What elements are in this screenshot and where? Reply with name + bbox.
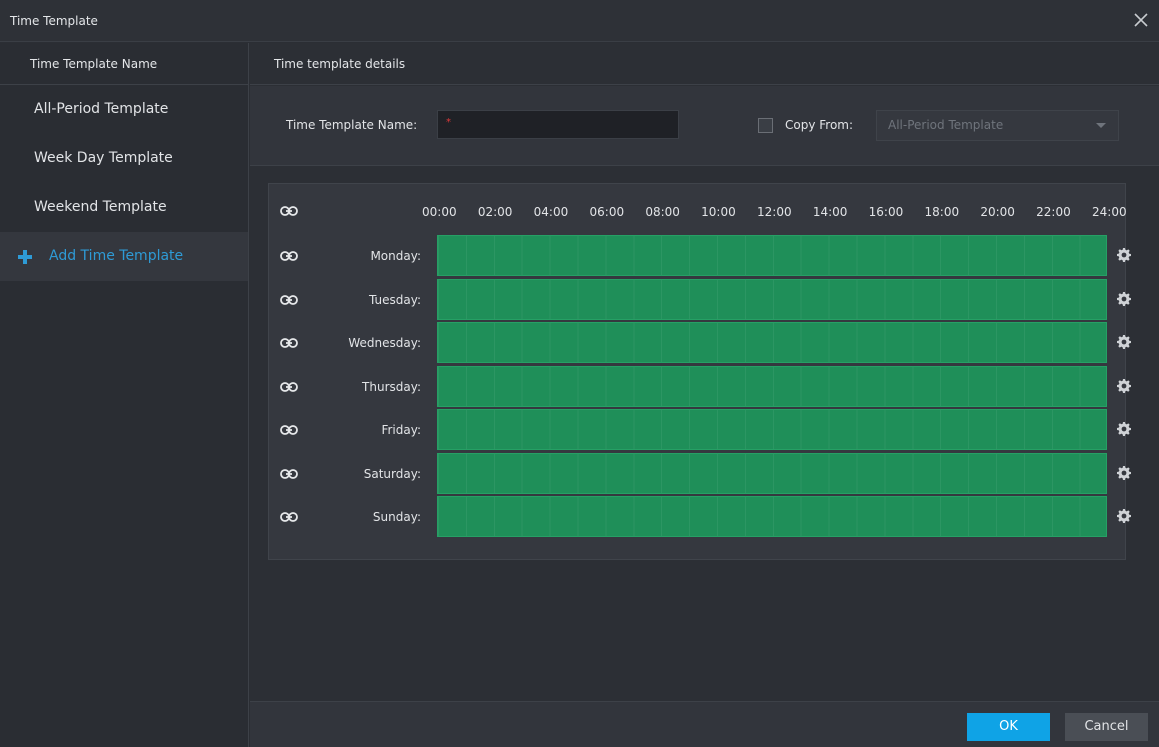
weekly-schedule: 00:00 02:00 04:00 06:00 08:00 10:00 12:00 14:00…: [268, 183, 1131, 560]
day-label: Sunday:: [372, 510, 421, 524]
title-bar: Time Template: [0, 0, 1159, 42]
ok-button[interactable]: OK: [967, 713, 1050, 741]
window-title: Time Template: [10, 14, 98, 28]
link-all-icon[interactable]: [280, 205, 298, 217]
sidebar-item-week-day[interactable]: Week Day Template: [0, 134, 248, 183]
gear-icon[interactable]: [1116, 291, 1132, 307]
day-label: Tuesday:: [369, 292, 421, 307]
day-time-bar[interactable]: [437, 322, 1107, 363]
copy-from-label: Copy From:: [785, 118, 854, 132]
link-day-icon[interactable]: [280, 294, 298, 306]
hour-label: 00:00: [422, 205, 457, 219]
day-label: Friday:: [381, 423, 421, 437]
gear-icon[interactable]: [1116, 378, 1132, 394]
day-time-bar[interactable]: [437, 278, 1107, 320]
hour-label: 14:00: [812, 205, 848, 219]
hour-label: 10:00: [701, 205, 736, 219]
sidebar-header: Time Template Name: [0, 43, 248, 85]
details-panel: Time template details Time Template Name…: [250, 43, 1159, 747]
hour-label: 06:00: [589, 205, 625, 219]
day-time-bar[interactable]: [437, 452, 1107, 494]
day-label: Saturday:: [363, 466, 421, 481]
template-name-input[interactable]: [437, 110, 679, 139]
copy-from-select[interactable]: All-Period Template: [876, 110, 1119, 141]
day-label: Wednesday:: [348, 336, 421, 350]
hour-label: 24:00: [1092, 205, 1127, 219]
hour-label: 12:00: [757, 205, 792, 219]
link-day-icon[interactable]: [280, 381, 298, 393]
gear-icon[interactable]: [1116, 421, 1132, 437]
gear-icon[interactable]: [1116, 508, 1132, 524]
day-time-bar[interactable]: [437, 496, 1107, 537]
copy-from-selected: All-Period Template: [888, 118, 1004, 132]
hour-label: 22:00: [1036, 205, 1071, 219]
day-time-bar[interactable]: [437, 235, 1107, 276]
day-time-bar[interactable]: [437, 365, 1107, 407]
day-label: Thursday:: [362, 379, 421, 394]
hour-label: 16:00: [868, 205, 904, 219]
link-day-icon[interactable]: [280, 250, 298, 262]
hour-label: 02:00: [477, 205, 513, 219]
day-label: Monday:: [370, 249, 421, 263]
gear-icon[interactable]: [1116, 465, 1132, 481]
sidebar-item-all-period[interactable]: All-Period Template: [0, 85, 248, 134]
required-marker: *: [446, 117, 451, 128]
copy-from-checkbox[interactable]: [758, 118, 773, 133]
hour-label: 08:00: [645, 205, 680, 219]
dialog-footer: OK Cancel: [250, 701, 1159, 747]
link-day-icon[interactable]: [280, 337, 298, 349]
link-day-icon[interactable]: [280, 424, 298, 436]
hour-label: 04:00: [533, 205, 569, 219]
hour-label: 18:00: [924, 205, 960, 219]
cancel-button[interactable]: Cancel: [1065, 713, 1148, 741]
add-time-template-button[interactable]: Add Time Template: [0, 232, 248, 281]
name-label: Time Template Name:: [286, 118, 418, 132]
chevron-down-icon: [1096, 123, 1106, 128]
gear-icon[interactable]: [1116, 334, 1132, 350]
add-time-template-label: Add Time Template: [49, 248, 184, 264]
template-sidebar: Time Template Name All-Period Template W…: [0, 43, 249, 747]
gear-icon[interactable]: [1116, 247, 1132, 263]
sidebar-item-weekend[interactable]: Weekend Template: [0, 183, 248, 232]
link-day-icon[interactable]: [280, 511, 298, 523]
day-time-bar[interactable]: [437, 409, 1107, 450]
close-icon[interactable]: [1131, 10, 1151, 30]
plus-icon: [18, 249, 32, 264]
hour-label: 20:00: [980, 205, 1015, 219]
details-header: Time template details: [250, 43, 1159, 85]
link-day-icon[interactable]: [280, 468, 298, 480]
